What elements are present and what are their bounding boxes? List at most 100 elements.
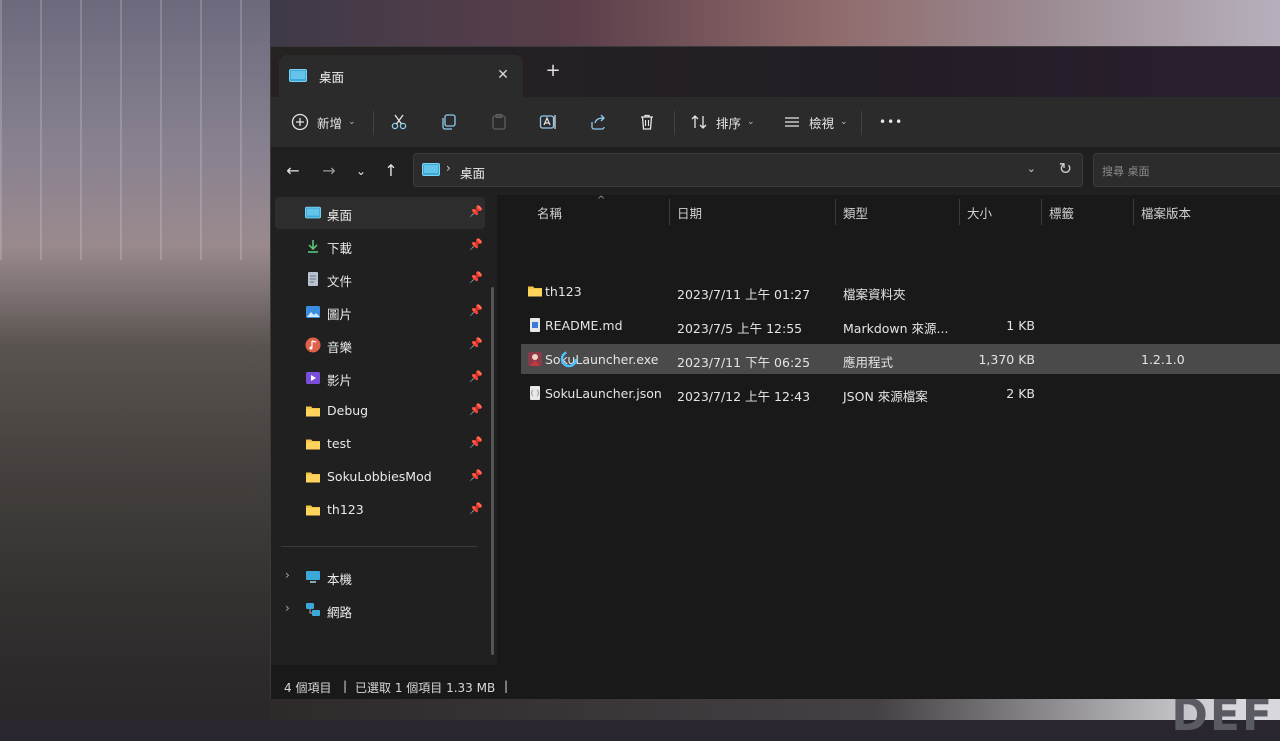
pin-icon[interactable]: 📌	[469, 469, 483, 482]
pin-icon[interactable]: 📌	[469, 370, 483, 383]
expand-chevron-icon[interactable]: ›	[285, 601, 290, 615]
search-input[interactable]: 搜尋 桌面	[1093, 153, 1280, 187]
desktop-icon	[305, 206, 321, 219]
cut-button[interactable]	[390, 107, 408, 137]
pin-icon[interactable]: 📌	[469, 304, 483, 317]
selection-info: 已選取 1 個項目 1.33 MB	[355, 681, 496, 695]
view-button-label: 檢視	[809, 115, 835, 131]
sort-icon	[691, 115, 707, 129]
column-header-type[interactable]: 類型	[843, 203, 868, 227]
sidebar-item-downloads[interactable]: 下載 📌	[275, 230, 485, 262]
column-divider[interactable]	[835, 199, 836, 225]
command-bar: 新增 ⌄ 排序 ⌄ 檢視 ⌄ •••	[271, 97, 1280, 147]
pin-icon[interactable]: 📌	[469, 502, 483, 515]
file-name: README.md	[545, 318, 623, 333]
delete-button[interactable]	[638, 107, 656, 137]
file-size: 2 KB	[1006, 386, 1035, 401]
sidebar-item-th123[interactable]: th123 📌	[275, 494, 485, 526]
sort-button[interactable]: 排序 ⌄	[690, 107, 755, 137]
file-type: 檔案資料夾	[843, 287, 906, 302]
new-button-label: 新增	[317, 115, 343, 131]
status-bar: 4 個項目 | 已選取 1 個項目 1.33 MB |	[271, 665, 1280, 699]
sidebar-item-documents[interactable]: 文件 📌	[275, 263, 485, 295]
column-header-date[interactable]: 日期	[677, 203, 702, 227]
sidebar-item-music[interactable]: 音樂 📌	[275, 329, 485, 361]
wallpaper-bottom-strip	[270, 698, 1280, 720]
column-header-version[interactable]: 檔案版本	[1141, 203, 1191, 227]
desktop-icon	[289, 69, 307, 82]
pin-icon[interactable]: 📌	[469, 271, 483, 284]
refresh-icon[interactable]: ↻	[1059, 159, 1072, 178]
document-icon	[308, 272, 318, 286]
column-divider[interactable]	[669, 199, 670, 225]
sidebar-item-desktop[interactable]: 桌面 📌	[275, 197, 485, 229]
pin-icon[interactable]: 📌	[469, 337, 483, 350]
sidebar-item-network[interactable]: › 網路	[275, 594, 485, 626]
sidebar-scrollbar[interactable]	[491, 287, 494, 655]
title-bar: 桌面 ✕ +	[271, 47, 1280, 97]
chevron-down-icon: ⌄	[747, 117, 755, 127]
sidebar-item-label: 影片	[327, 373, 353, 388]
column-divider[interactable]	[1133, 199, 1134, 225]
json-file-icon	[530, 386, 540, 400]
new-button[interactable]: 新增 ⌄	[291, 107, 356, 137]
markdown-file-icon	[530, 318, 540, 332]
pin-icon[interactable]: 📌	[469, 238, 483, 251]
breadcrumb-chevron-icon: ›	[446, 161, 451, 175]
sidebar-item-label: 桌面	[327, 208, 353, 223]
close-tab-icon[interactable]: ✕	[493, 65, 513, 85]
sidebar-item-pictures[interactable]: 圖片 📌	[275, 296, 485, 328]
back-arrow-icon[interactable]: ←	[281, 159, 305, 183]
file-row-selected[interactable]: SokuLauncher.exe 2023/7/11 下午 06:25 應用程式…	[521, 344, 1280, 374]
file-name: th123	[545, 284, 582, 299]
pin-icon[interactable]: 📌	[469, 205, 483, 218]
file-row[interactable]: th123 2023/7/11 上午 01:27 檔案資料夾	[521, 276, 1280, 306]
sidebar-item-debug[interactable]: Debug 📌	[275, 395, 485, 427]
breadcrumb-desktop[interactable]: 桌面	[460, 163, 485, 182]
video-icon	[306, 372, 320, 384]
column-divider[interactable]	[959, 199, 960, 225]
forward-arrow-icon[interactable]: →	[317, 159, 341, 183]
new-tab-button[interactable]: +	[541, 59, 565, 83]
toolbar-divider	[861, 111, 862, 135]
sidebar-item-label: 網路	[327, 605, 353, 620]
computer-icon	[306, 571, 320, 583]
address-dropdown-icon[interactable]: ⌄	[1027, 162, 1036, 175]
pin-icon[interactable]: 📌	[469, 403, 483, 416]
scissors-icon	[391, 114, 407, 130]
file-type: Markdown 來源...	[843, 321, 949, 336]
toolbar-divider	[674, 111, 675, 135]
file-row[interactable]: README.md 2023/7/5 上午 12:55 Markdown 來源.…	[521, 310, 1280, 340]
recent-locations-chevron-icon[interactable]: ⌄	[349, 159, 373, 183]
tab-desktop[interactable]: 桌面 ✕	[279, 55, 523, 97]
paste-button[interactable]	[490, 107, 508, 137]
sidebar-item-videos[interactable]: 影片 📌	[275, 362, 485, 394]
sidebar-item-test[interactable]: test 📌	[275, 428, 485, 460]
column-header-name[interactable]: 名稱	[537, 203, 562, 227]
file-row[interactable]: SokuLauncher.json 2023/7/12 上午 12:43 JSO…	[521, 378, 1280, 408]
copy-icon	[442, 114, 456, 130]
paste-icon	[492, 113, 506, 130]
view-button[interactable]: 檢視 ⌄	[783, 107, 848, 137]
sidebar-item-this-pc[interactable]: › 本機	[275, 561, 485, 593]
more-icon[interactable]: •••	[879, 107, 903, 137]
sidebar-item-sokulobbiesmod[interactable]: SokuLobbiesMod 📌	[275, 461, 485, 493]
chevron-down-icon: ⌄	[348, 117, 356, 127]
busy-cursor-icon	[560, 350, 578, 368]
column-divider[interactable]	[1041, 199, 1042, 225]
status-separator: |	[343, 679, 348, 693]
up-arrow-icon[interactable]: ↑	[379, 159, 403, 183]
copy-button[interactable]	[440, 107, 458, 137]
pin-icon[interactable]: 📌	[469, 436, 483, 449]
expand-chevron-icon[interactable]: ›	[285, 568, 290, 582]
rename-button[interactable]	[539, 107, 557, 137]
wallpaper-top-strip	[270, 0, 1280, 46]
navigation-pane: 桌面 📌 下載 📌 文件 📌 圖片 📌 音樂 📌 影片 📌 Debug 📌 te…	[271, 195, 497, 665]
column-header-size[interactable]: 大小	[967, 203, 992, 227]
column-header-tags[interactable]: 標籤	[1049, 203, 1074, 227]
share-button[interactable]	[589, 107, 607, 137]
address-bar[interactable]: › 桌面 ⌄ ↻	[413, 153, 1083, 187]
folder-icon	[306, 439, 320, 450]
item-count: 4 個項目	[284, 681, 332, 695]
navigation-bar: ← → ⌄ ↑ › 桌面 ⌄ ↻ 搜尋 桌面	[271, 147, 1280, 195]
